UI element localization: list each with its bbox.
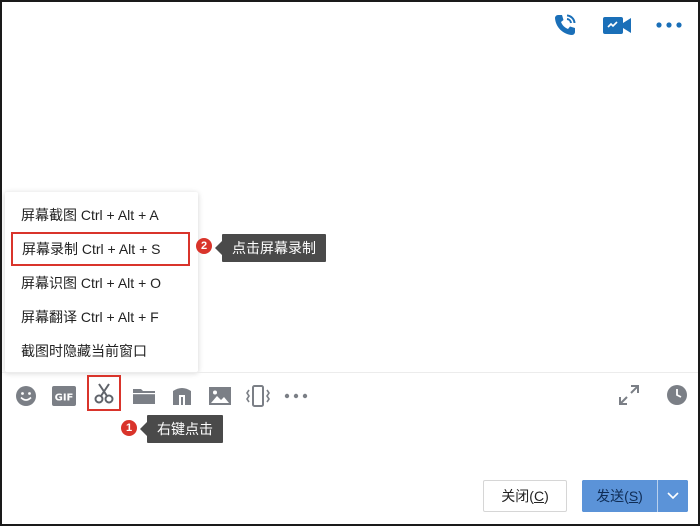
chat-window: 屏幕截图 Ctrl + Alt + A 屏幕录制 Ctrl + Alt + S … [0,0,700,526]
expand-icon[interactable] [614,380,644,410]
menu-item-hide-window[interactable]: 截图时隐藏当前窗口 [5,334,198,368]
menu-item-screenshot[interactable]: 屏幕截图 Ctrl + Alt + A [5,198,198,232]
send-button[interactable]: 发送(S) [582,480,657,512]
input-toolbar: GIF [11,375,311,412]
video-call-icon[interactable] [602,10,632,40]
menu-item-screen-record[interactable]: 屏幕录制 Ctrl + Alt + S [11,232,190,266]
music-icon[interactable] [167,381,197,411]
close-button[interactable]: 关闭(C) [483,480,567,512]
more-icon[interactable] [654,10,684,40]
emoji-icon[interactable] [11,381,41,411]
menu-item-screen-ocr[interactable]: 屏幕识图 Ctrl + Alt + O [5,266,198,300]
history-clock-icon[interactable] [662,380,692,410]
image-icon[interactable] [205,381,235,411]
folder-icon[interactable] [129,381,159,411]
step-1-tooltip: 右键点击 [140,415,223,443]
send-options-button[interactable] [658,480,688,512]
header-actions [550,10,684,40]
step-1-badge: 1 [121,420,137,436]
step-2-tooltip: 点击屏幕录制 [215,234,326,262]
scissors-icon[interactable] [87,375,121,411]
gif-icon[interactable]: GIF [49,381,79,411]
svg-text:GIF: GIF [55,393,74,404]
step-2-badge: 2 [196,238,212,254]
shake-icon[interactable] [243,381,273,411]
chevron-down-icon [667,492,679,500]
more-icon[interactable] [281,381,311,411]
send-button-group: 发送(S) [582,480,688,512]
menu-item-screen-translate[interactable]: 屏幕翻译 Ctrl + Alt + F [5,300,198,334]
screenshot-context-menu: 屏幕截图 Ctrl + Alt + A 屏幕录制 Ctrl + Alt + S … [5,192,198,372]
phone-call-icon[interactable] [550,10,580,40]
toolbar-divider [2,372,698,373]
toolbar-right [614,380,692,410]
